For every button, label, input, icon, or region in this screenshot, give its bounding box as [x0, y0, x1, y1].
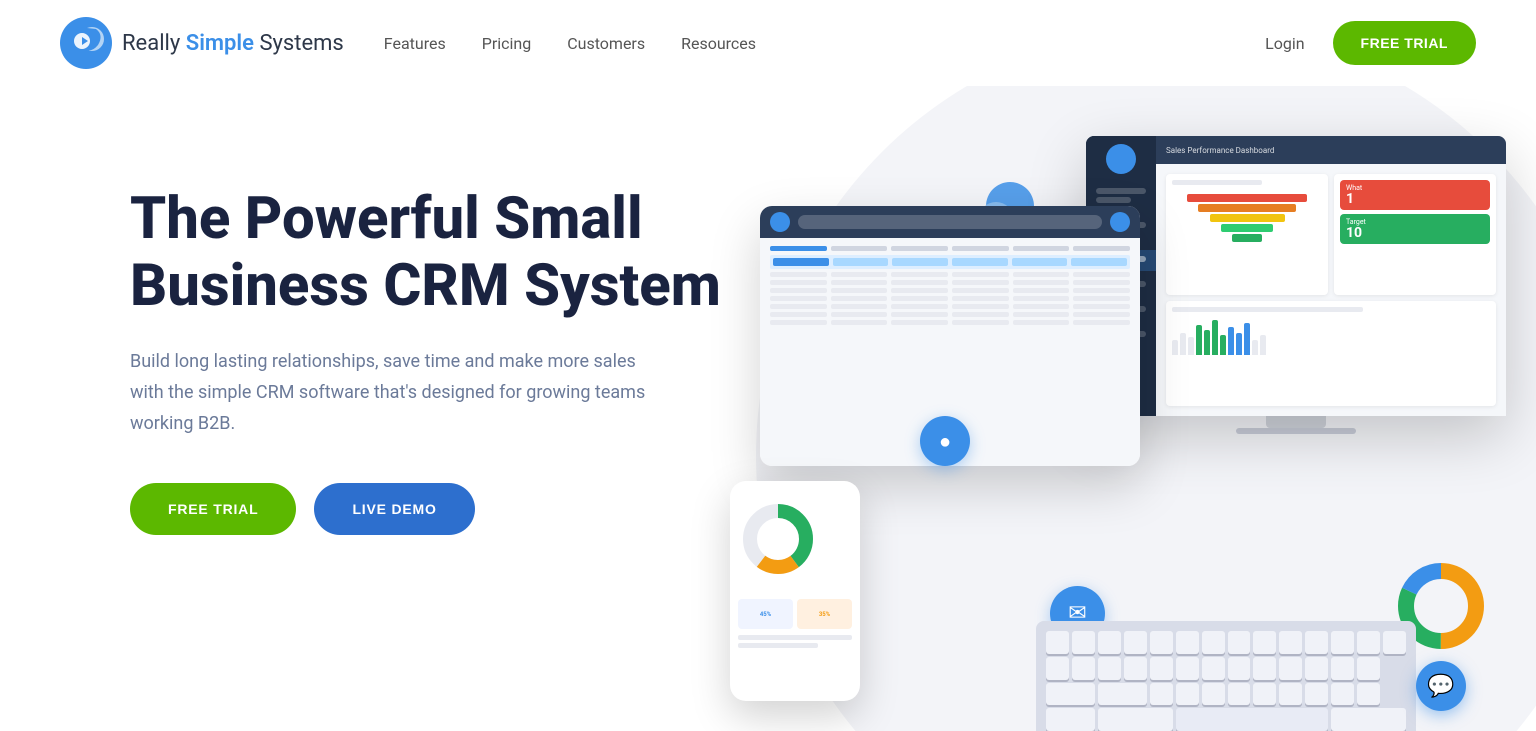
nav-features[interactable]: Features	[384, 34, 446, 53]
monitor-content: Sales Performance Dashboard	[1156, 136, 1506, 416]
logo-icon	[60, 17, 112, 69]
tablet-search-bar	[798, 215, 1102, 229]
stat-card-red: What 1	[1340, 180, 1490, 210]
logo[interactable]: Really Simple Systems	[60, 17, 344, 69]
nav-links: Features Pricing Customers Resources	[384, 34, 1265, 53]
nav-customers[interactable]: Customers	[567, 34, 645, 53]
login-link[interactable]: Login	[1265, 34, 1304, 53]
hero-section: The Powerful Small Business CRM System B…	[0, 86, 1536, 731]
hero-buttons: FREE TRIAL LIVE DEMO	[130, 483, 730, 535]
monitor-frame: Sales Performance Dashboard	[1086, 136, 1506, 416]
phone-donut-chart	[738, 499, 818, 579]
bar-chart	[1172, 317, 1490, 357]
stat-card-green: Target 10	[1340, 214, 1490, 244]
tablet-avatar	[770, 212, 790, 232]
free-trial-button-hero[interactable]: FREE TRIAL	[130, 483, 296, 535]
phone-mockup: 45% 35%	[730, 481, 860, 701]
hero-title: The Powerful Small Business CRM System	[130, 186, 730, 319]
tablet-topbar	[760, 206, 1140, 238]
hero-subtitle: Build long lasting relationships, save t…	[130, 347, 650, 439]
keyboard-mockup	[1036, 621, 1416, 731]
free-trial-button-nav[interactable]: FREE TRIAL	[1333, 21, 1476, 65]
live-demo-button[interactable]: LIVE DEMO	[314, 483, 474, 535]
chat-icon: 💬	[1427, 674, 1454, 699]
float-user-icon: ●	[920, 416, 970, 466]
chat-bubble-button[interactable]: 💬	[1416, 661, 1466, 711]
hero-left: The Powerful Small Business CRM System B…	[130, 126, 730, 535]
nav-right: Login FREE TRIAL	[1265, 21, 1476, 65]
logo-text: Really Simple Systems	[122, 31, 344, 56]
nav-pricing[interactable]: Pricing	[482, 34, 532, 53]
hero-right: Sales Performance Dashboard	[730, 126, 1476, 731]
nav-resources[interactable]: Resources	[681, 34, 756, 53]
monitor-mockup: Sales Performance Dashboard	[1086, 136, 1506, 456]
funnel-chart	[1172, 190, 1322, 246]
navbar: Really Simple Systems Features Pricing C…	[0, 0, 1536, 86]
